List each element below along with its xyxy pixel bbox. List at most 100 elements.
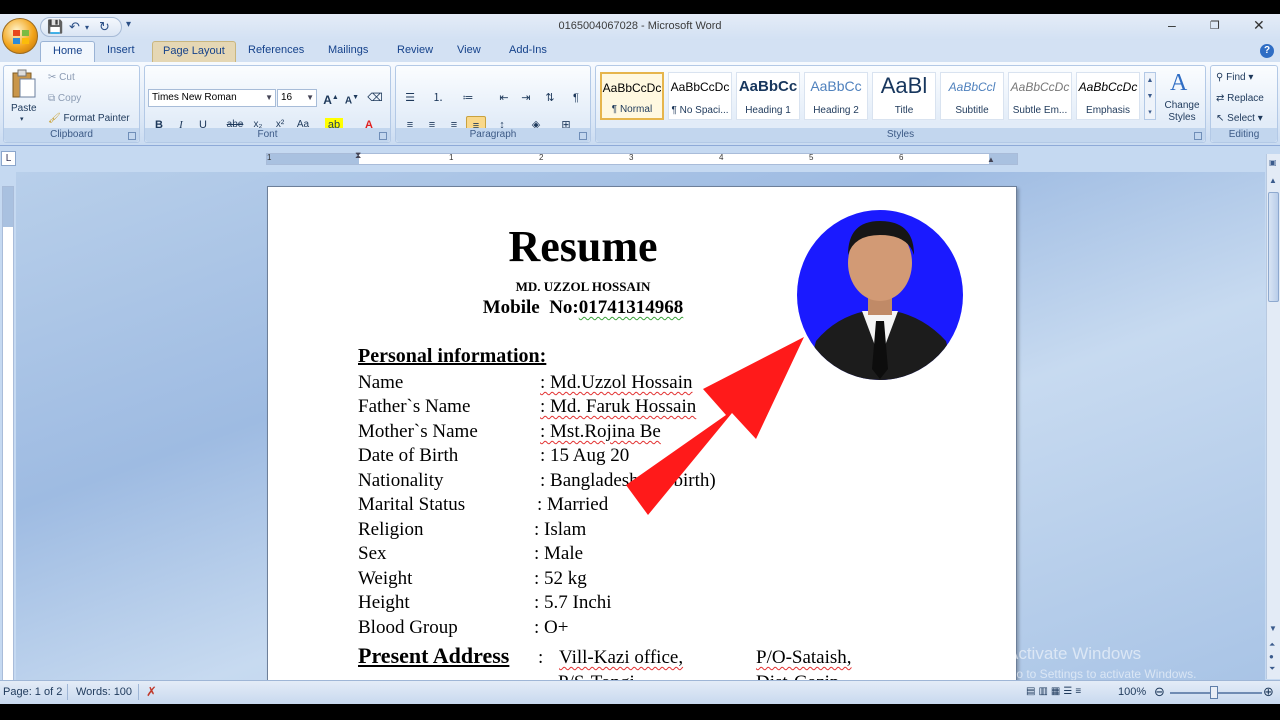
- paste-icon: [12, 69, 36, 98]
- find-button[interactable]: ⚲ Find ▾: [1216, 72, 1253, 83]
- grow-font-icon[interactable]: A▲: [321, 89, 341, 107]
- document-area[interactable]: Resume MD. UZZOL HOSSAIN Mobile No:01741…: [16, 172, 1265, 680]
- style-heading-1[interactable]: AaBbCc Heading 1: [736, 72, 800, 120]
- font-family-value: Times New Roman: [152, 92, 237, 103]
- format-painter-button[interactable]: 🖌 Format Painter: [48, 113, 130, 124]
- restore-icon[interactable]: ❐: [1210, 19, 1220, 32]
- zoom-out-icon[interactable]: ⊖: [1154, 684, 1165, 700]
- tab-references[interactable]: References: [248, 44, 304, 56]
- select-label: Select: [1227, 113, 1255, 124]
- copy-button[interactable]: ⧉ Copy: [48, 93, 81, 104]
- horizontal-ruler[interactable]: 1 1 2 3 4 5 6 ⧗ ▲: [266, 150, 1018, 165]
- clipboard-group: Paste ▾ ✂ Cut ⧉ Copy 🖌 Format Painter Cl…: [3, 65, 140, 143]
- clear-format-icon[interactable]: ⌫: [365, 89, 385, 107]
- ruler-number: 3: [629, 153, 634, 162]
- increase-indent-icon[interactable]: ⇥: [516, 89, 536, 107]
- style-emphasis[interactable]: AaBbCcDc Emphasis: [1076, 72, 1140, 120]
- styles-group: AaBbCcDc ¶ Normal AaBbCcDc ¶ No Spaci...…: [595, 65, 1206, 143]
- status-divider: [138, 684, 139, 700]
- red-arrow-annotation: [626, 337, 804, 515]
- replace-button[interactable]: ⇄ Replace: [1216, 93, 1264, 104]
- document-page[interactable]: Resume MD. UZZOL HOSSAIN Mobile No:01741…: [267, 186, 1017, 680]
- styles-launcher-icon[interactable]: [1194, 132, 1202, 140]
- view-buttons[interactable]: ▤▥▦☰≡: [1026, 686, 1084, 697]
- style-name: ¶ No Spaci...: [671, 105, 729, 116]
- proofing-icon[interactable]: ✗: [146, 684, 157, 700]
- multilevel-list-icon[interactable]: ≔: [458, 89, 478, 107]
- tab-selector[interactable]: L: [1, 151, 16, 166]
- style-subtitle[interactable]: AaBbCcl Subtitle: [940, 72, 1004, 120]
- style-normal[interactable]: AaBbCcDc ¶ Normal: [600, 72, 664, 120]
- address-line: Dist-Gazip: [756, 672, 839, 680]
- vertical-ruler[interactable]: [2, 186, 14, 686]
- help-icon[interactable]: ?: [1260, 44, 1274, 58]
- print-layout-icon[interactable]: ▤: [1026, 686, 1038, 697]
- office-button[interactable]: [2, 18, 38, 54]
- tab-add-ins[interactable]: Add-Ins: [509, 44, 547, 56]
- style-preview: AaBbCcDc: [602, 81, 662, 95]
- browse-object-icon[interactable]: ●: [1269, 652, 1274, 661]
- font-size-select[interactable]: 16 ▼: [277, 89, 317, 107]
- screen-top-border: [0, 0, 1280, 14]
- previous-page-icon[interactable]: ⏶: [1269, 640, 1275, 650]
- zoom-slider-thumb[interactable]: [1210, 686, 1218, 699]
- style-no-spacing[interactable]: AaBbCcDc ¶ No Spaci...: [668, 72, 732, 120]
- editing-group: ⚲ Find ▾ ⇄ Replace ↖ Select ▾ Editing: [1210, 65, 1278, 143]
- style-name: Subtitle: [955, 105, 989, 116]
- shrink-font-icon[interactable]: A▼: [342, 89, 362, 107]
- activate-windows-subtitle: Go to Settings to activate Windows.: [1007, 667, 1197, 681]
- row-label: Nationality: [358, 470, 444, 491]
- zoom-level[interactable]: 100%: [1118, 686, 1146, 698]
- font-family-select[interactable]: Times New Roman ▼: [148, 89, 276, 107]
- paste-label: Paste: [11, 103, 37, 114]
- style-name: Title: [894, 105, 914, 116]
- sort-icon[interactable]: ⇅: [540, 89, 560, 107]
- paste-button[interactable]: Paste ▾: [8, 69, 40, 127]
- profile-photo[interactable]: [796, 209, 964, 381]
- paste-dropdown-icon[interactable]: ▾: [20, 115, 24, 123]
- paragraph-launcher-icon[interactable]: [579, 132, 587, 140]
- ruler-toggle-icon[interactable]: ▣: [1269, 158, 1277, 167]
- tab-insert[interactable]: Insert: [107, 44, 135, 56]
- tab-home[interactable]: Home: [40, 41, 96, 62]
- bullets-icon[interactable]: ☰: [400, 89, 420, 107]
- style-name: Heading 1: [745, 105, 791, 116]
- select-button[interactable]: ↖ Select ▾: [1216, 113, 1263, 124]
- clipboard-launcher-icon[interactable]: [128, 132, 136, 140]
- page-count[interactable]: Page: 1 of 2: [3, 686, 62, 698]
- style-preview: AaBbCc: [738, 78, 798, 95]
- tab-page-layout[interactable]: Page Layout: [152, 41, 236, 62]
- style-subtle-emphasis[interactable]: AaBbCcDc Subtle Em...: [1008, 72, 1072, 120]
- numbering-icon[interactable]: ⒈: [428, 89, 448, 107]
- scroll-up-icon[interactable]: ▲: [1269, 176, 1277, 185]
- decrease-indent-icon[interactable]: ⇤: [494, 89, 514, 107]
- tab-view[interactable]: View: [457, 44, 481, 56]
- ruler-number: 1: [267, 153, 272, 162]
- styles-scroll[interactable]: ▲ ▼ ▾: [1144, 72, 1156, 120]
- outline-icon[interactable]: ☰: [1063, 686, 1075, 697]
- scroll-thumb[interactable]: [1268, 192, 1279, 302]
- cut-button[interactable]: ✂ Cut: [48, 72, 75, 83]
- draft-icon[interactable]: ≡: [1075, 686, 1084, 697]
- right-indent-marker[interactable]: ▲: [987, 155, 995, 164]
- web-layout-icon[interactable]: ▦: [1051, 686, 1063, 697]
- tab-mailings[interactable]: Mailings: [328, 44, 368, 56]
- zoom-in-icon[interactable]: ⊕: [1263, 684, 1274, 700]
- next-page-icon[interactable]: ⏷: [1269, 664, 1275, 674]
- word-window: 💾 ↶ ▾ ↻ ▾ 0165004067028 - Microsoft Word…: [0, 14, 1280, 704]
- mobile-number: 01741314968: [578, 297, 684, 318]
- tab-review[interactable]: Review: [397, 44, 433, 56]
- show-formatting-icon[interactable]: ¶: [566, 89, 586, 107]
- change-styles-button[interactable]: A Change Styles: [1160, 70, 1204, 126]
- close-icon[interactable]: ✕: [1253, 17, 1265, 34]
- vertical-scrollbar[interactable]: ▣ ▲ ▼ ⏶ ● ⏷: [1266, 154, 1280, 679]
- style-title[interactable]: AaBl Title: [872, 72, 936, 120]
- indent-marker[interactable]: ⧗: [355, 150, 361, 161]
- style-heading-2[interactable]: AaBbCc Heading 2: [804, 72, 868, 120]
- minimize-icon[interactable]: –: [1168, 17, 1176, 33]
- font-launcher-icon[interactable]: [379, 132, 387, 140]
- scroll-down-icon[interactable]: ▼: [1269, 624, 1277, 633]
- row-value: : 52 kg: [534, 568, 587, 589]
- word-count[interactable]: Words: 100: [76, 686, 132, 698]
- full-screen-reading-icon[interactable]: ▥: [1038, 686, 1050, 697]
